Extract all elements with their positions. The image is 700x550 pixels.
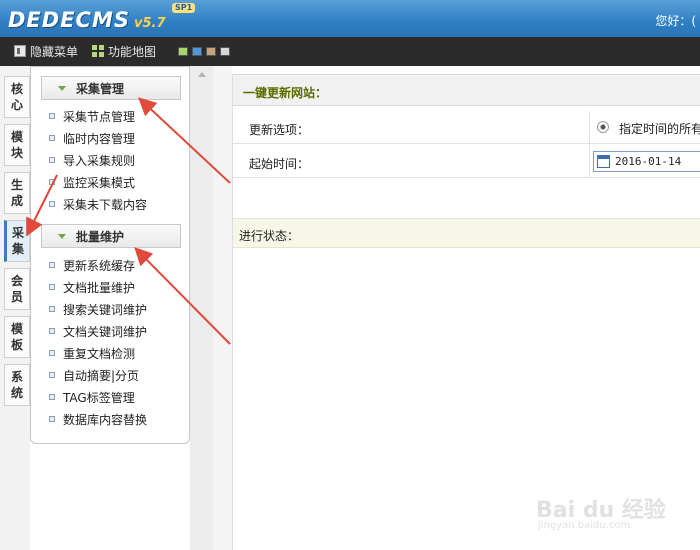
bullet-icon: [49, 328, 55, 334]
top-toolbar: 隐藏菜单 功能地图: [0, 37, 700, 66]
bullet-icon: [49, 416, 55, 422]
sidebar-toggle-icon: [14, 45, 26, 57]
bullet-icon: [49, 262, 55, 268]
logo-badge: SP1: [172, 3, 196, 13]
main-content: 一键更新网站： 更新选项： 指定时间的所有 起始时间： 2016-01-14 进…: [232, 74, 700, 550]
menu-item-label: 监控采集模式: [63, 175, 136, 190]
tab-system[interactable]: 系统: [4, 364, 30, 406]
logo-version: v5.7: [134, 16, 166, 31]
watermark-url: jingyan.baidu.com: [538, 520, 631, 531]
tab-label: 模块: [10, 130, 23, 160]
menu-item-label: 重复文档检测: [63, 346, 136, 361]
bullet-icon: [49, 113, 55, 119]
calendar-icon[interactable]: [597, 155, 610, 168]
logo-text: DEDECMS: [8, 8, 130, 32]
menu-scrollbar[interactable]: [190, 66, 213, 550]
bullet-icon: [49, 157, 55, 163]
menu-item-update-cache[interactable]: 更新系统缓存: [49, 256, 135, 274]
menu-item-duplicate-check[interactable]: 重复文档检测: [49, 344, 135, 362]
skin-swatch-green[interactable]: [178, 47, 188, 56]
menu-item-doc-keywords[interactable]: 文档关键词维护: [49, 322, 147, 340]
menu-group-title: 采集管理: [76, 81, 125, 96]
start-time-row: 起始时间： 2016-01-14: [233, 145, 700, 178]
menu-item-doc-batch[interactable]: 文档批量维护: [49, 278, 135, 296]
menu-item-label: 数据库内容替换: [63, 412, 148, 427]
skin-swatch-blue[interactable]: [192, 47, 202, 56]
scroll-up-arrow-icon[interactable]: [198, 72, 206, 77]
start-date-input[interactable]: 2016-01-14: [593, 151, 700, 172]
menu-item-search-keywords[interactable]: 搜索关键词维护: [49, 300, 147, 318]
content-gutter: [213, 66, 232, 550]
module-tabs: 核心 模块 生成 采集 会员 模板 系统: [0, 66, 30, 550]
menu-item-tag-manage[interactable]: TAG标签管理: [49, 388, 135, 406]
row-divider: [589, 111, 590, 144]
progress-status-label: 进行状态：: [239, 229, 300, 243]
skin-swatch-gray[interactable]: [220, 47, 230, 56]
start-time-label: 起始时间：: [249, 157, 310, 171]
menu-item-label: 更新系统缓存: [63, 258, 136, 273]
menu-item-undownloaded[interactable]: 采集未下载内容: [49, 195, 147, 213]
chevron-down-icon: [58, 233, 66, 239]
bullet-icon: [49, 179, 55, 185]
bullet-icon: [49, 201, 55, 207]
panel-title-bar: 一键更新网站：: [233, 74, 700, 106]
start-date-value: 2016-01-14: [615, 155, 682, 168]
menu-item-label: 自动摘要|分页: [63, 368, 140, 383]
hide-menu-label: 隐藏菜单: [30, 44, 79, 59]
tab-collect[interactable]: 采集: [4, 220, 30, 262]
update-option-row: 更新选项： 指定时间的所有: [233, 111, 700, 144]
side-menu: 采集管理 采集节点管理 临时内容管理 导入采集规则 监控采集模式 采集未下载内容…: [30, 66, 190, 444]
tab-templates[interactable]: 模板: [4, 316, 30, 358]
tab-core[interactable]: 核心: [4, 76, 30, 118]
menu-item-label: 搜索关键词维护: [63, 302, 148, 317]
menu-item-label: 文档关键词维护: [63, 324, 148, 339]
update-option-label: 更新选项：: [249, 123, 310, 137]
hide-menu-button[interactable]: 隐藏菜单: [14, 43, 78, 59]
grid-icon: [92, 45, 104, 57]
bullet-icon: [49, 350, 55, 356]
tab-label: 会员: [10, 274, 23, 304]
bullet-icon: [49, 306, 55, 312]
menu-item-db-replace[interactable]: 数据库内容替换: [49, 410, 147, 428]
function-map-label: 功能地图: [108, 44, 157, 59]
skin-swatch-brown[interactable]: [206, 47, 216, 56]
update-option-radio-label: 指定时间的所有: [619, 122, 700, 136]
menu-group-batch-maintenance[interactable]: 批量维护: [41, 224, 181, 248]
tab-label: 核心: [10, 82, 23, 112]
baidu-jingyan-watermark: Bai du 经验 jingyan.baidu.com: [536, 488, 696, 538]
bullet-icon: [49, 135, 55, 141]
user-greeting: 您好：(: [655, 14, 696, 28]
menu-group-title: 批量维护: [76, 229, 125, 244]
tab-label: 系统: [10, 370, 23, 400]
menu-item-auto-summary[interactable]: 自动摘要|分页: [49, 366, 139, 384]
app-header: DEDECMS v5.7 SP1 您好：(: [0, 0, 700, 37]
menu-item-import-rules[interactable]: 导入采集规则: [49, 151, 135, 169]
menu-item-label: 临时内容管理: [63, 131, 136, 146]
update-option-radio[interactable]: [597, 121, 609, 133]
menu-group-collect-manage[interactable]: 采集管理: [41, 76, 181, 100]
menu-item-label: 采集节点管理: [63, 109, 136, 124]
tab-modules[interactable]: 模块: [4, 124, 30, 166]
dedecms-logo: DEDECMS v5.7 SP1: [8, 3, 196, 32]
tab-members[interactable]: 会员: [4, 268, 30, 310]
menu-item-collect-nodes[interactable]: 采集节点管理: [49, 107, 135, 125]
menu-item-label: TAG标签管理: [63, 390, 135, 405]
page-title: 一键更新网站：: [243, 86, 328, 100]
bullet-icon: [49, 394, 55, 400]
function-map-button[interactable]: 功能地图: [92, 43, 156, 59]
menu-item-label: 采集未下载内容: [63, 197, 148, 212]
tab-label: 采集: [11, 226, 24, 256]
menu-item-temp-content[interactable]: 临时内容管理: [49, 129, 135, 147]
menu-item-label: 文档批量维护: [63, 280, 136, 295]
chevron-down-icon: [58, 85, 66, 91]
tab-generate[interactable]: 生成: [4, 172, 30, 214]
bullet-icon: [49, 372, 55, 378]
menu-item-monitor-mode[interactable]: 监控采集模式: [49, 173, 135, 191]
row-divider: [589, 145, 590, 178]
tab-label: 生成: [10, 178, 23, 208]
menu-item-label: 导入采集规则: [63, 153, 136, 168]
tab-label: 模板: [10, 322, 23, 352]
progress-status-bar: 进行状态：: [233, 218, 700, 248]
bullet-icon: [49, 284, 55, 290]
